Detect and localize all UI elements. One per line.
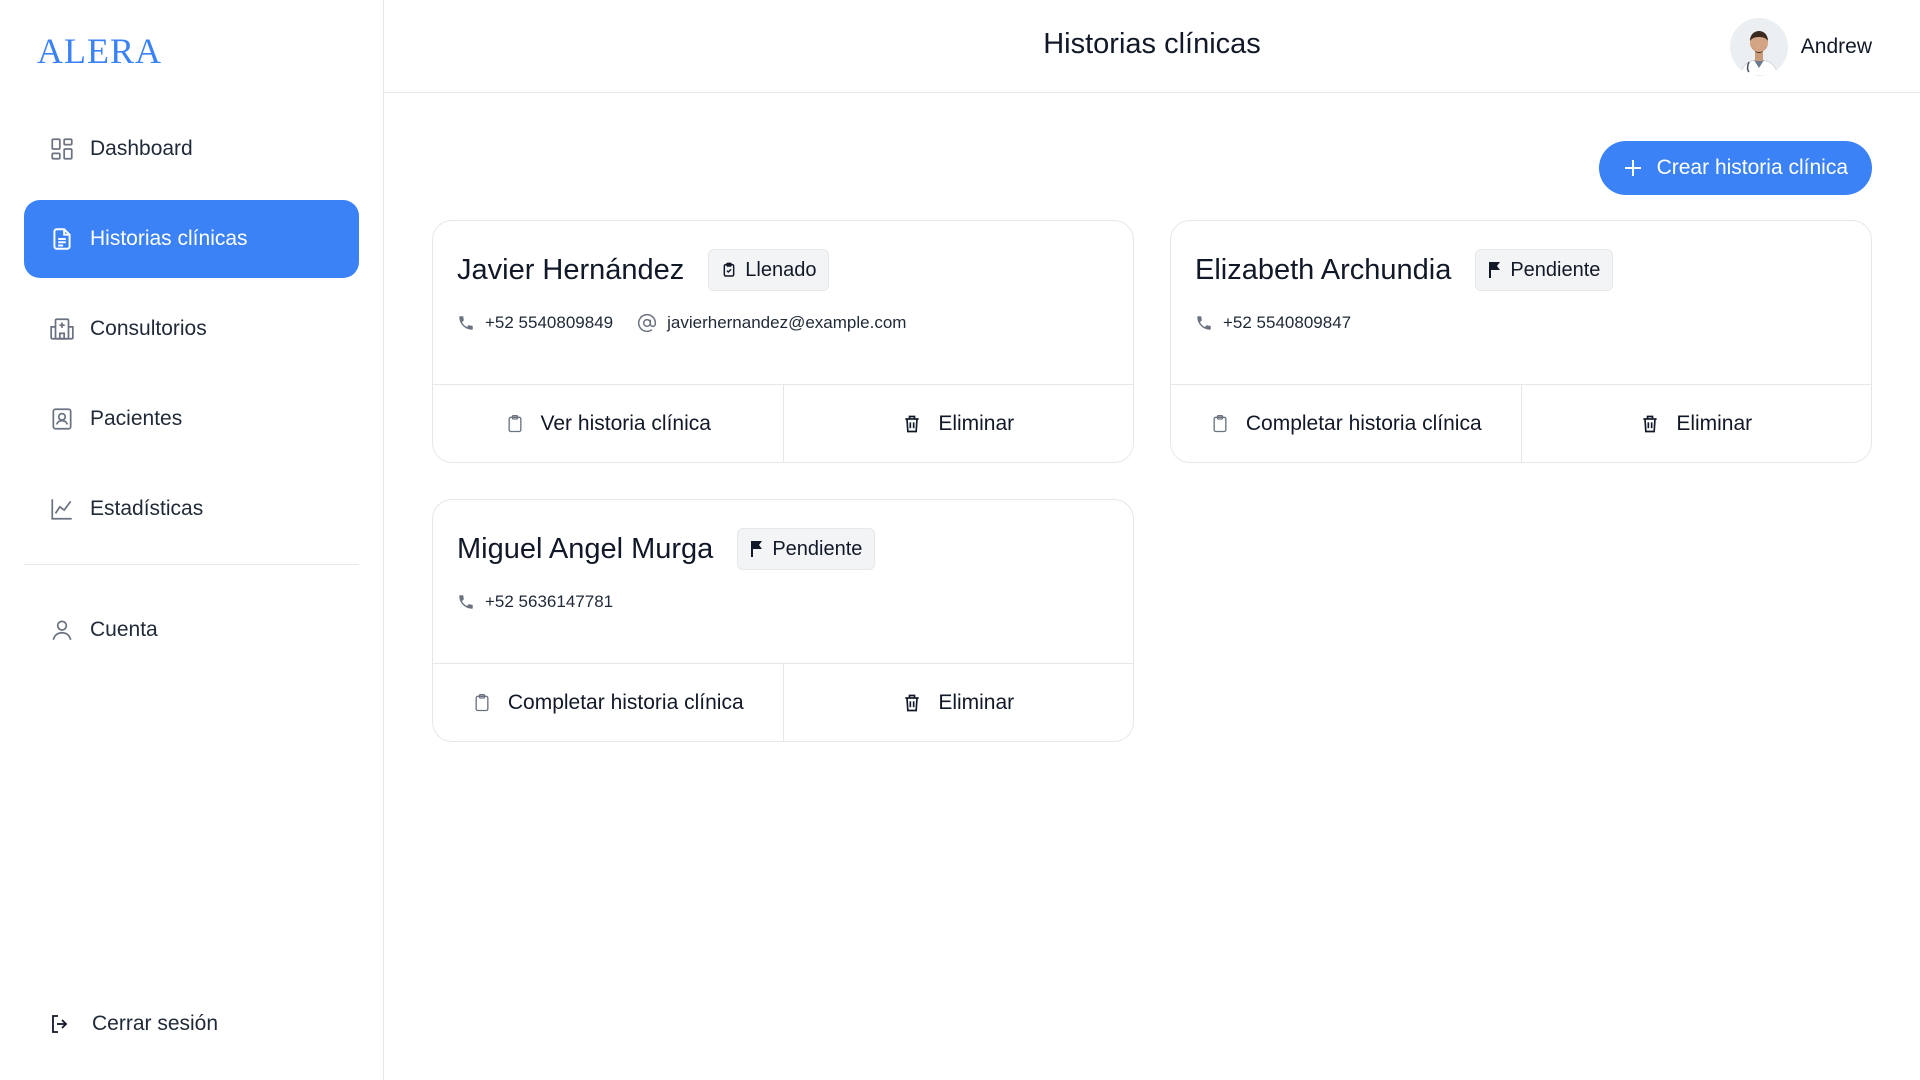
logo[interactable]: ALERA (37, 30, 162, 72)
phone: +52 5636147781 (457, 592, 613, 612)
sidebar-item-label: Consultorios (90, 317, 207, 340)
card-header: Elizabeth Archundia Pendiente (1195, 249, 1614, 291)
page-title: Historias clínicas (1043, 28, 1261, 60)
logout-button[interactable]: Cerrar sesión (46, 1010, 218, 1038)
action-label: Eliminar (938, 690, 1015, 714)
trash-icon (902, 692, 922, 714)
sidebar-item-estadisticas[interactable]: Estadísticas (24, 470, 359, 548)
historia-card: Miguel Angel Murga Pendiente +52 5636147… (432, 499, 1134, 742)
status-badge: Pendiente (737, 528, 876, 570)
patient-badge-icon (48, 405, 76, 433)
card-header: Javier Hernández Llenado (457, 249, 830, 291)
ver-historia-button[interactable]: Ver historia clínica (433, 385, 783, 462)
create-historia-button[interactable]: Crear historia clínica (1598, 141, 1872, 195)
action-label: Eliminar (938, 411, 1015, 435)
clipboard-icon (1210, 413, 1230, 435)
phone-number: +52 5540809849 (485, 313, 614, 332)
phone: +52 5540809849 (457, 313, 613, 333)
patient-name: Javier Hernández (457, 253, 685, 286)
email-address: javierhernandez@example.com (667, 313, 907, 332)
hospital-icon (48, 315, 76, 343)
phone-number: +52 5636147781 (485, 592, 614, 611)
historias-grid: Javier Hernández Llenado +52 5540809849 … (432, 220, 1872, 742)
trash-icon (902, 413, 922, 435)
plus-icon (1623, 158, 1643, 178)
status-badge: Llenado (708, 249, 830, 291)
dashboard-grid-icon (48, 135, 76, 163)
topbar: Historias clínicas Andrew (384, 0, 1920, 93)
email: javierhernandez@example.com (637, 313, 906, 333)
action-label: Ver historia clínica (540, 411, 711, 435)
historia-card: Elizabeth Archundia Pendiente +52 554080… (1170, 220, 1872, 463)
logout-icon (46, 1010, 74, 1038)
sidebar-item-label: Pacientes (90, 407, 183, 430)
sidebar-item-historias-clinicas[interactable]: Historias clínicas (24, 200, 359, 278)
user-icon (48, 616, 76, 644)
eliminar-button[interactable]: Eliminar (782, 385, 1134, 462)
clipboard-icon (505, 413, 525, 435)
card-actions: Completar historia clínica Eliminar (1171, 384, 1871, 462)
clipboard-icon (472, 692, 492, 714)
sidebar-item-pacientes[interactable]: Pacientes (24, 380, 359, 458)
flag-icon (750, 540, 764, 558)
historia-card: Javier Hernández Llenado +52 5540809849 … (432, 220, 1134, 463)
avatar (1729, 18, 1788, 76)
eliminar-button[interactable]: Eliminar (1520, 385, 1872, 462)
status-badge: Pendiente (1475, 249, 1614, 291)
action-label: Eliminar (1676, 411, 1753, 435)
action-label: Completar historia clínica (507, 690, 744, 714)
status-label: Llenado (745, 258, 817, 281)
sidebar-item-label: Estadísticas (90, 497, 204, 520)
sidebar: ALERA Dashboard Historias clínicas Consu… (0, 0, 384, 1080)
document-icon (48, 225, 76, 253)
sidebar-item-label: Cuenta (90, 618, 158, 641)
eliminar-button[interactable]: Eliminar (782, 664, 1134, 741)
create-button-label: Crear historia clínica (1656, 156, 1848, 179)
sidebar-item-label: Dashboard (90, 137, 193, 160)
phone-icon (1195, 314, 1213, 332)
phone-icon (457, 593, 475, 611)
completar-historia-button[interactable]: Completar historia clínica (433, 664, 783, 741)
sidebar-item-cuenta[interactable]: Cuenta (24, 591, 359, 669)
card-header: Miguel Angel Murga Pendiente (457, 528, 876, 570)
patient-name: Elizabeth Archundia (1195, 253, 1452, 286)
sidebar-item-dashboard[interactable]: Dashboard (24, 110, 359, 188)
sidebar-divider (24, 564, 359, 565)
chart-line-icon (48, 495, 76, 523)
user-name: Andrew (1800, 35, 1872, 58)
sidebar-item-consultorios[interactable]: Consultorios (24, 290, 359, 368)
trash-icon (1640, 413, 1660, 435)
at-icon (637, 313, 657, 333)
card-actions: Completar historia clínica Eliminar (433, 663, 1133, 741)
phone-icon (457, 314, 475, 332)
contact-info: +52 5540809849 javierhernandez@example.c… (457, 313, 930, 333)
phone-number: +52 5540809847 (1223, 313, 1352, 332)
main-content: Historias clínicas Andrew Crear historia… (384, 0, 1920, 1080)
sidebar-nav: Dashboard Historias clínicas Consultorio… (24, 110, 359, 681)
contact-info: +52 5540809847 (1195, 313, 1375, 333)
user-menu[interactable]: Andrew (1729, 18, 1872, 76)
phone: +52 5540809847 (1195, 313, 1351, 333)
sidebar-item-label: Historias clínicas (90, 227, 248, 250)
action-label: Completar historia clínica (1245, 411, 1482, 435)
status-label: Pendiente (1510, 258, 1601, 281)
status-label: Pendiente (772, 537, 863, 560)
completar-historia-button[interactable]: Completar historia clínica (1171, 385, 1521, 462)
card-actions: Ver historia clínica Eliminar (433, 384, 1133, 462)
clipboard-check-icon (721, 262, 737, 278)
patient-name: Miguel Angel Murga (457, 532, 714, 565)
contact-info: +52 5636147781 (457, 592, 637, 612)
logout-label: Cerrar sesión (92, 1012, 219, 1035)
app-root: ALERA Dashboard Historias clínicas Consu… (0, 0, 1920, 1080)
flag-icon (1488, 261, 1502, 279)
